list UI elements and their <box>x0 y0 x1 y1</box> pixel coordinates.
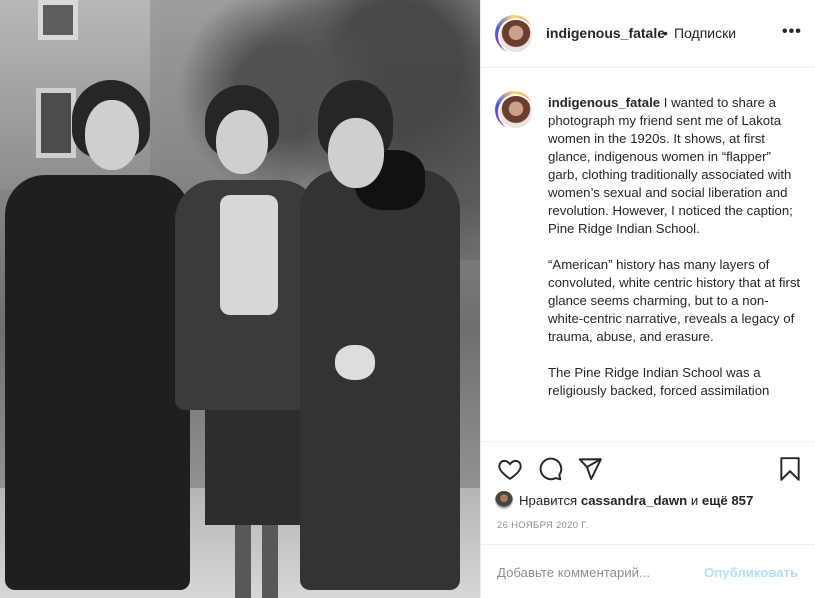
photo-woman-left-face <box>85 100 139 170</box>
comment-icon[interactable] <box>537 456 563 482</box>
avatar[interactable] <box>495 15 534 54</box>
post-photo[interactable] <box>0 0 480 598</box>
header-username-link[interactable]: indigenous_fatale <box>546 25 665 41</box>
photo-woman-left-coat <box>5 175 190 590</box>
more-options-icon[interactable]: ••• <box>782 24 802 44</box>
header-separator: • <box>663 25 668 41</box>
likes-prefix: Нравится <box>519 493 578 508</box>
following-button[interactable]: Подписки <box>674 25 736 41</box>
caption-text: indigenous_fatale I wanted to share a ph… <box>548 94 803 418</box>
caption-paragraph: The Pine Ridge Indian School was a relig… <box>548 365 770 398</box>
post-side-panel: indigenous_fatale • Подписки ••• indigen… <box>480 0 815 598</box>
likes-summary: Нравится cassandra_dawn и ещё 857 <box>495 491 753 511</box>
liker-avatar[interactable] <box>495 491 513 509</box>
post-date[interactable]: 26 НОЯБРЯ 2020 Г. <box>497 520 588 531</box>
caption-paragraph: “American” history has many layers of co… <box>548 257 801 344</box>
photo-window <box>38 0 78 40</box>
comment-bar: Опубликовать <box>481 544 815 598</box>
photo-woman-middle-skirt <box>205 395 315 525</box>
caption-area[interactable]: indigenous_fatale I wanted to share a ph… <box>481 68 815 442</box>
likes-count-link[interactable]: ещё 857 <box>702 493 753 508</box>
caption-username-link[interactable]: indigenous_fatale <box>548 95 660 110</box>
bookmark-icon[interactable] <box>777 456 803 482</box>
photo-window <box>36 88 76 158</box>
post-header: indigenous_fatale • Подписки ••• <box>481 0 815 68</box>
photo-woman-middle-face <box>216 110 268 174</box>
photo-woman-right-coat <box>300 170 460 590</box>
post-actions <box>481 443 815 493</box>
liker-username-link[interactable]: cassandra_dawn <box>581 493 687 508</box>
publish-button[interactable]: Опубликовать <box>704 565 798 580</box>
photo-woman-right-gloves <box>335 345 375 380</box>
photo-woman-middle-blouse <box>220 195 278 315</box>
avatar[interactable] <box>495 91 534 130</box>
photo-woman-right-face <box>328 118 384 188</box>
likes-middle: и <box>690 493 699 508</box>
share-icon[interactable] <box>577 456 603 482</box>
comment-input[interactable] <box>497 565 697 580</box>
heart-icon[interactable] <box>497 456 523 482</box>
caption-paragraph: I wanted to share a photograph my friend… <box>548 95 793 236</box>
